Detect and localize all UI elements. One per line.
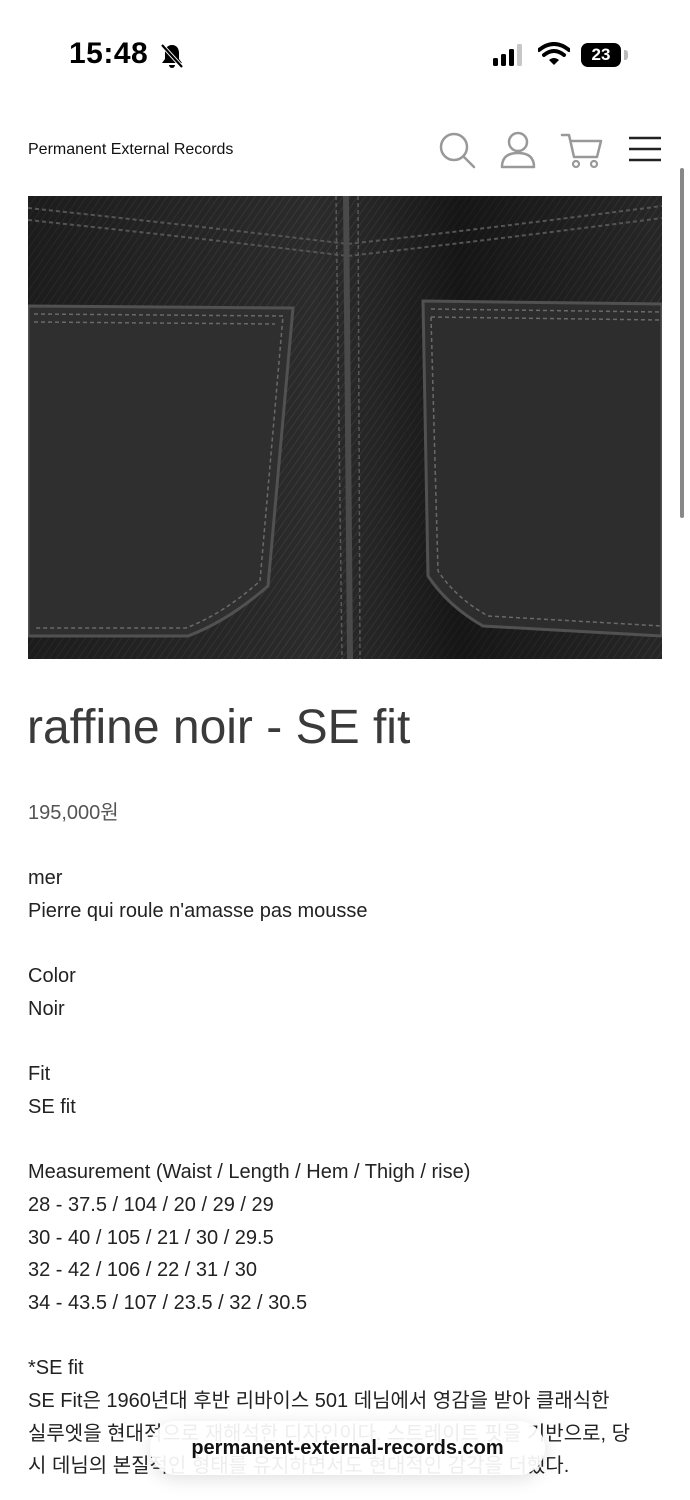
product-title: raffine noir - SE fit [27, 701, 411, 754]
battery-level: 23 [591, 45, 611, 64]
fit-label: Fit [28, 1063, 51, 1086]
fit-value: SE fit [28, 1095, 76, 1118]
description-line: mer [28, 867, 63, 889]
site-header: Permanent External Records [0, 110, 690, 190]
browser-address-bar[interactable]: permanent-external-records.com [150, 1421, 545, 1475]
measurement-row: 28 - 37.5 / 104 / 20 / 29 / 29 [28, 1193, 274, 1216]
page-scrollbar[interactable] [680, 168, 684, 518]
product-price: 195,000원 [28, 802, 119, 824]
product-image [28, 196, 662, 659]
cellular-signal-icon [493, 44, 525, 71]
color-value: Noir [28, 997, 65, 1020]
cart-icon[interactable] [560, 130, 604, 175]
hamburger-menu-icon[interactable] [627, 130, 663, 175]
wifi-icon [537, 42, 571, 71]
measurement-row: 32 - 42 / 106 / 22 / 31 / 30 [28, 1259, 258, 1282]
se-fit-text: SE Fit은 1960년대 후반 리바이스 501 데님에서 영감을 받아 클… [28, 1390, 610, 1412]
site-logo-text[interactable]: Permanent External Records [28, 141, 233, 159]
status-time: 15:48 [69, 37, 149, 70]
color-label: Color [28, 965, 76, 988]
search-icon[interactable] [437, 130, 477, 175]
account-icon[interactable] [498, 130, 538, 175]
measurement-row: 30 - 40 / 105 / 21 / 30 / 29.5 [28, 1226, 274, 1249]
battery-icon: 23 [581, 43, 621, 67]
description-line: Pierre qui roule n'amasse pas mousse [28, 899, 368, 922]
measurement-row: 34 - 43.5 / 107 / 23.5 / 32 / 30.5 [28, 1291, 308, 1314]
measurement-label: Measurement (Waist / Length / Hem / Thig… [28, 1161, 471, 1184]
bell-muted-icon [159, 42, 185, 75]
product-description: mer Pierre qui roule n'amasse pas mousse… [28, 862, 668, 1483]
status-bar: 15:48 23 [0, 0, 690, 110]
se-fit-heading: *SE fit [28, 1357, 84, 1380]
battery-cap [624, 50, 628, 60]
